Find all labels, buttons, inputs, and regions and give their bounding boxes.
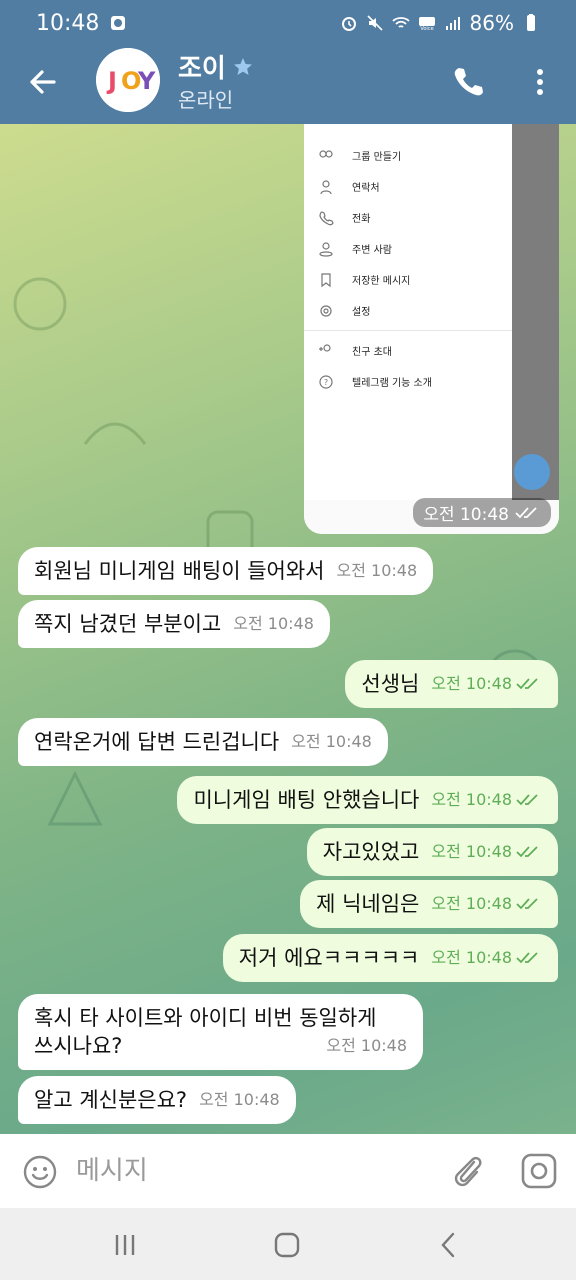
menu-item: ? 텔레그램 기능 소개 [304,366,512,397]
svg-text:Y: Y [137,67,156,95]
group-icon [319,149,333,158]
menu-item: 연락처 [304,171,512,202]
attach-icon[interactable] [450,1152,486,1192]
message-time: 오전 10:48 [291,732,372,751]
menu-item: 그룹 만들기 [304,140,512,171]
message-incoming[interactable]: 쪽지 남겼던 부분이고 오전 10:48 [18,600,330,648]
alarm-icon [341,17,356,31]
star-icon [233,57,252,75]
double-check-icon [516,898,538,910]
double-check-icon [516,952,538,964]
image-timestamp: 오전 10:48 [413,498,551,527]
camera-icon[interactable] [520,1152,558,1190]
message-time: 오전 10:48 [431,786,542,814]
image-message[interactable]: 그룹 만들기 연락처 전화 주변 사람 저장한 메시지 설정 친구 초대 ? 텔… [304,124,559,534]
svg-text:Voice: Voice [420,26,433,32]
home-icon[interactable] [272,1230,302,1260]
message-time: 오전 10:48 [233,614,314,633]
status-time: 10:48 [36,10,100,36]
person-icon [320,179,332,194]
contact-status: 온라인 [178,88,234,112]
message-time: 오전 10:48 [336,561,418,580]
nearby-icon [319,241,333,257]
back-icon[interactable] [434,1230,464,1260]
message-input[interactable] [76,1150,436,1192]
double-check-icon [515,506,537,518]
joy-logo: J O Y [96,48,160,112]
menu-item: 설정 [304,295,512,326]
mute-icon [366,15,383,31]
battery-percent: 86% [469,11,514,35]
system-nav-bar [0,1208,576,1280]
avatar[interactable]: J O Y [96,48,160,112]
settings-icon [320,304,332,317]
menu-item: 주변 사람 [304,233,512,264]
menu-item: 전화 [304,202,512,233]
message-time: 오전 10:48 [431,670,542,698]
emoji-icon[interactable] [22,1154,58,1190]
recent-apps-icon[interactable] [110,1230,140,1260]
phone-call-icon[interactable] [450,64,486,100]
notification-icon [111,16,126,30]
back-arrow-icon[interactable] [22,62,62,102]
message-incoming[interactable]: 연락온거에 답변 드린겁니다 오전 10:48 [18,718,388,766]
double-check-icon [516,678,538,690]
message-outgoing[interactable]: 저거 에요ㅋㅋㅋㅋㅋ 오전 10:48 [222,934,558,982]
message-time: 오전 10:48 [431,890,542,918]
camera-fab-icon [514,454,550,490]
message-outgoing[interactable]: 선생님 오전 10:48 [345,660,558,708]
more-options-icon[interactable] [526,64,554,100]
message-time: 오전 10:48 [326,1036,407,1055]
svg-text:?: ? [324,378,328,387]
message-incoming[interactable]: 알고 계신분은요? 오전 10:48 [18,1076,296,1124]
phone-icon [319,210,334,225]
status-bar: 10:48 Voice 86% [0,0,576,46]
screenshot-dimmed-area [512,124,559,500]
double-check-icon [516,794,538,806]
message-outgoing[interactable]: 미니게임 배팅 안했습니다 오전 10:48 [177,776,558,824]
hd-voice-icon: Voice [418,17,435,32]
menu-divider [304,330,512,331]
help-icon: ? [319,374,333,389]
battery-icon [527,14,535,31]
doodle-icon [13,277,67,331]
message-time: 오전 10:48 [431,838,542,866]
double-check-icon [516,846,538,858]
message-time: 오전 10:48 [199,1090,280,1109]
invite-icon [319,343,331,352]
contact-name[interactable]: 조이 [178,48,254,85]
wifi-icon [391,17,410,28]
message-outgoing[interactable]: 자고있었고 오전 10:48 [306,828,558,876]
screenshot-menu: 그룹 만들기 연락처 전화 주변 사람 저장한 메시지 설정 친구 초대 ? 텔… [304,124,512,500]
bookmark-icon [321,272,331,287]
message-incoming[interactable]: 혹시 타 사이트와 아이디 비번 동일하게 쓰시나요? 오전 10:48 [18,994,423,1070]
svg-text:J: J [106,67,118,95]
menu-item: 친구 초대 [304,335,512,366]
message-incoming[interactable]: 회원님 미니게임 배팅이 들어와서 오전 10:48 [18,547,434,595]
signal-icon [445,17,460,30]
chat-area[interactable]: 그룹 만들기 연락처 전화 주변 사람 저장한 메시지 설정 친구 초대 ? 텔… [0,124,576,1134]
message-input-bar [0,1134,576,1208]
menu-item: 저장한 메시지 [304,264,512,295]
contact-name-text: 조이 [178,54,226,84]
message-time: 오전 10:48 [431,944,542,972]
chat-header: J O Y 조이 온라인 [0,46,576,124]
doodle-icon [83,422,147,445]
doodle-icon [47,770,103,826]
message-outgoing[interactable]: 제 닉네임은 오전 10:48 [300,880,558,928]
